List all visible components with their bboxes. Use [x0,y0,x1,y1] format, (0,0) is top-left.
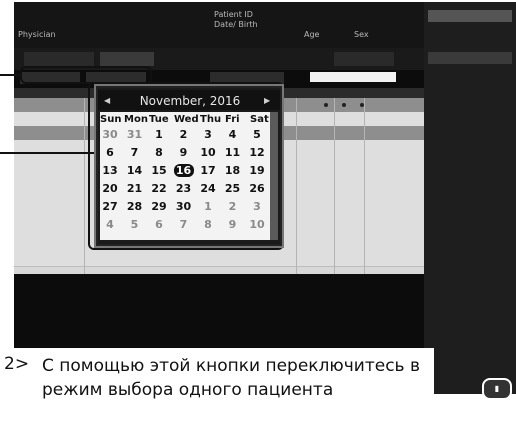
column-divider [296,98,297,274]
calendar-day[interactable]: 29 [149,200,169,213]
weekday-label: Tue [149,114,169,125]
calendar-day[interactable]: 5 [247,128,267,141]
calendar-day[interactable]: 13 [100,164,120,177]
calendar-day[interactable]: 30 [100,128,120,141]
weekday-label: Sun [100,114,122,125]
calendar-day[interactable]: 9 [174,146,194,159]
calendar-day[interactable]: 31 [125,128,145,141]
calendar-grid: Sun Mon Tue Wed Thu Fri Sat 30 31 1 2 3 4 5 6 7 8… [100,112,270,240]
sex-label: Sex [354,30,369,39]
single-patient-mode-button[interactable]: ▮ [482,378,512,400]
calendar-day[interactable]: 20 [100,182,120,195]
age-label: Age [304,30,320,39]
right-panel-button[interactable] [428,10,512,22]
calendar-day[interactable]: 28 [125,200,145,213]
calendar-day[interactable]: 19 [247,164,267,177]
prev-month-icon[interactable]: ◀ [104,96,110,105]
date-birth-label: Date/ Birth [214,20,258,29]
calendar-day[interactable]: 27 [100,200,120,213]
tab-right[interactable] [334,52,394,66]
search-input[interactable] [310,72,396,82]
calendar-day[interactable]: 8 [198,218,218,231]
calendar-day[interactable]: 18 [223,164,243,177]
physician-label: Physician [18,30,56,39]
column-divider [84,98,85,274]
step-number: 2> [4,354,30,374]
calendar-day[interactable]: 6 [149,218,169,231]
calendar-day[interactable]: 16 [173,164,194,177]
calendar-day[interactable]: 8 [149,146,169,159]
column-divider [334,98,335,274]
row-marker-icon [360,103,364,107]
calendar-scrollbar[interactable] [270,112,278,240]
calendar-day[interactable]: 30 [174,200,194,213]
column-divider [364,98,365,274]
calendar-day[interactable]: 1 [149,128,169,141]
calendar-day[interactable]: 23 [174,182,194,195]
calendar-day[interactable]: 14 [125,164,145,177]
row-marker-icon [324,103,328,107]
weekday-label: Sat [250,114,269,125]
calendar-day[interactable]: 7 [125,146,145,159]
weekday-label: Thu [200,114,222,125]
tab-left[interactable] [24,52,94,66]
row-marker-icon [342,103,346,107]
weekday-label: Fri [225,114,240,125]
calendar-day[interactable]: 5 [125,218,145,231]
calendar-day[interactable]: 24 [198,182,218,195]
tab-active[interactable] [100,52,154,66]
calendar-day[interactable]: 3 [247,200,267,213]
patient-id-label: Patient ID [214,10,253,19]
calendar-day[interactable]: 10 [247,218,267,231]
calendar-day[interactable]: 2 [174,128,194,141]
calendar-day[interactable]: 1 [198,200,218,213]
calendar-day[interactable]: 9 [223,218,243,231]
calendar-header: ◀ November, 2016 ▶ [98,90,280,110]
calendar-day[interactable]: 7 [174,218,194,231]
table-row[interactable] [14,252,424,267]
date-picker-popup: ◀ November, 2016 ▶ Sun Mon Tue Wed Thu F… [96,86,282,246]
calendar-day[interactable]: 11 [223,146,243,159]
next-month-icon[interactable]: ▶ [264,96,270,105]
calendar-day[interactable]: 6 [100,146,120,159]
calendar-day[interactable]: 10 [198,146,218,159]
callout-line-1 [0,74,22,76]
calendar-day[interactable]: 17 [198,164,218,177]
calendar-day[interactable]: 22 [149,182,169,195]
calendar-day[interactable]: 12 [247,146,267,159]
calendar-day[interactable]: 21 [125,182,145,195]
right-panel [424,2,516,394]
calendar-day[interactable]: 25 [223,182,243,195]
calendar-title: November, 2016 [139,94,241,108]
calendar-day[interactable]: 3 [198,128,218,141]
header-bar: Physician Patient ID Date/ Birth Age Sex [14,2,424,48]
weekday-label: Mon [124,114,148,125]
calendar-day[interactable]: 26 [247,182,267,195]
calendar-day[interactable]: 15 [149,164,169,177]
calendar-day[interactable]: 4 [223,128,243,141]
calendar-day[interactable]: 2 [223,200,243,213]
calendar-day[interactable]: 4 [100,218,120,231]
instruction-text: С помощью этой кнопки переключитесь в ре… [42,356,420,400]
right-panel-field [428,52,512,64]
callout-line-2 [0,152,96,154]
weekday-label: Wed [174,114,199,125]
